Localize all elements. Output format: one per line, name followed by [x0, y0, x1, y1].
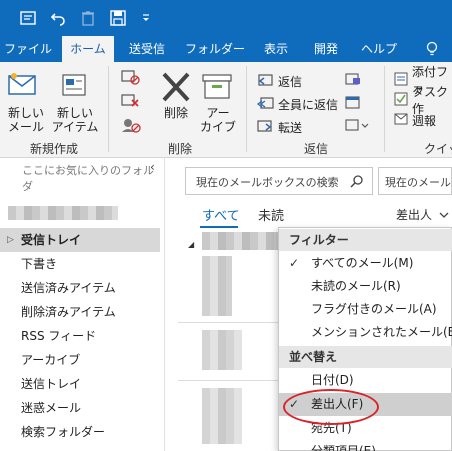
ribbon-tab-bar: ファイル ホーム 送受信 フォルダー 表示 開発 ヘルプ: [0, 36, 452, 62]
search-placeholder: 現在のメールボックスの検索: [196, 176, 339, 189]
meeting-icon[interactable]: [344, 94, 362, 113]
message-sender-redacted: [202, 232, 278, 250]
tab-home[interactable]: ホーム: [62, 36, 114, 62]
quick-step-label: 週報: [412, 113, 437, 128]
chevron-down-icon: [439, 208, 449, 222]
delete-x-icon: [160, 72, 192, 105]
sort-label: 差出人: [396, 208, 433, 222]
list-divider: [178, 380, 278, 381]
ribbon-separator: [108, 66, 109, 152]
menu-header-filter: フィルター: [279, 229, 452, 251]
tab-file[interactable]: ファイル: [0, 36, 56, 62]
checkbox-icon: [394, 92, 408, 109]
send-receive-all-icon[interactable]: [18, 8, 38, 28]
message-preview-redacted: [202, 256, 232, 316]
quick-step-task[interactable]: タスク作: [394, 85, 452, 116]
ribbon: 新しい メール 新しい アイテム 新規作成 削除 アー カイブ 削除 返信 全員…: [0, 62, 452, 158]
message-preview-redacted: [202, 388, 242, 444]
menu-item-all-mail[interactable]: ✓ すべてのメール(M): [279, 252, 452, 275]
menu-item-category[interactable]: 分類項目(E): [279, 440, 452, 451]
group-label-delete: 削除: [167, 142, 192, 156]
expand-group-icon[interactable]: ◢: [188, 240, 194, 249]
ignore-icon[interactable]: [120, 68, 142, 89]
nav-item-rss[interactable]: RSS フィード: [0, 324, 160, 348]
reply-all-button[interactable]: 全員に返信: [256, 94, 338, 114]
ribbon-separator: [246, 66, 247, 152]
menu-header-sort: 並べ替え: [279, 346, 452, 368]
group-label-quick-steps: クイッ: [424, 142, 452, 156]
reply-icon: [256, 72, 274, 91]
message-preview-redacted: [202, 330, 242, 370]
cleanup-icon[interactable]: [120, 92, 142, 113]
customize-toolbar-icon[interactable]: [140, 8, 152, 28]
undo-icon[interactable]: [48, 8, 68, 28]
favorites-hint: ここにお気に入りのフォルダ: [22, 164, 154, 193]
nav-item-archive[interactable]: アーカイブ: [0, 348, 160, 372]
new-items-button[interactable]: 新しい アイテム: [50, 106, 100, 134]
nav-item-junk[interactable]: 迷惑メール: [0, 396, 160, 420]
tab-view[interactable]: 表示: [254, 36, 298, 62]
save-icon[interactable]: [108, 8, 128, 28]
nav-item-inbox[interactable]: ▷ 受信トレイ: [0, 228, 160, 252]
reply-all-label: 全員に返信: [278, 97, 339, 112]
nav-item-label: 受信トレイ: [21, 233, 82, 247]
archive-icon: [202, 72, 232, 103]
sort-dropdown[interactable]: 差出人: [396, 206, 449, 223]
nav-item-outbox[interactable]: 送信トレイ: [0, 372, 160, 396]
new-mail-icon: [8, 72, 38, 101]
delete-button[interactable]: 削除: [156, 106, 196, 120]
reply-all-icon: [256, 95, 274, 114]
tab-all-mail[interactable]: すべて: [202, 205, 240, 224]
reply-label: 返信: [278, 74, 303, 89]
lightbulb-icon[interactable]: [420, 36, 444, 62]
nav-item-deleted[interactable]: 削除済みアイテム: [0, 300, 160, 324]
tab-folder[interactable]: フォルダー: [182, 36, 248, 62]
mail-icon: [394, 112, 408, 129]
list-divider: [178, 322, 278, 323]
checkmark-icon: ✓: [289, 256, 300, 270]
search-input[interactable]: 現在のメールボックスの検索: [185, 167, 373, 195]
folder-pane: ここにお気に入りのフォルダ ‹ ▷ 受信トレイ 下書き 送信済みアイテム 削除済…: [0, 158, 165, 451]
more-respond-icon[interactable]: [344, 117, 370, 136]
menu-item-date[interactable]: 日付(D): [279, 369, 452, 392]
quick-step-icon: [394, 72, 408, 89]
account-name-redacted: [8, 206, 118, 220]
forward-label: 転送: [278, 120, 303, 135]
quick-access-toolbar: [0, 0, 452, 36]
junk-icon[interactable]: [120, 116, 142, 137]
menu-item-flagged[interactable]: フラグ付きのメール(A): [279, 298, 452, 321]
tab-developer[interactable]: 開発: [304, 36, 348, 62]
menu-item-unread[interactable]: 未読のメール(R): [279, 275, 452, 298]
quick-step-weekly[interactable]: 週報: [394, 110, 436, 130]
tab-send-receive[interactable]: 送受信: [118, 36, 176, 62]
delete-icon[interactable]: [78, 8, 98, 28]
nav-item-search-folders[interactable]: 検索フォルダー: [0, 420, 160, 444]
nav-item-sent[interactable]: 送信済みアイテム: [0, 276, 160, 300]
expand-icon[interactable]: ▷: [7, 228, 14, 252]
ribbon-separator: [384, 66, 385, 152]
tab-help[interactable]: ヘルプ: [352, 36, 406, 62]
collapse-pane-icon[interactable]: ‹: [150, 160, 155, 174]
search-scope-dropdown[interactable]: 現在のメールボ: [378, 167, 452, 195]
reply-button[interactable]: 返信: [256, 71, 302, 91]
forward-icon: [256, 118, 274, 137]
forward-button[interactable]: 転送: [256, 117, 302, 137]
group-label-new: 新規作成: [29, 142, 78, 156]
nav-item-drafts[interactable]: 下書き: [0, 252, 160, 276]
group-label-respond: 返信: [303, 142, 328, 156]
menu-item-label: すべてのメール(M): [311, 256, 414, 270]
tab-unread[interactable]: 未読: [258, 205, 284, 224]
active-tab-underline: [200, 226, 238, 228]
highlight-annotation: [283, 389, 379, 425]
archive-button[interactable]: アー カイブ: [196, 106, 240, 134]
menu-item-mentioned[interactable]: メンションされたメール(E): [279, 321, 452, 344]
new-mail-button[interactable]: 新しい メール: [4, 106, 48, 134]
teams-share-icon[interactable]: [344, 71, 362, 90]
search-scope-label: 現在のメールボ: [385, 176, 451, 189]
new-items-icon: [60, 72, 88, 101]
search-icon[interactable]: [350, 174, 364, 191]
